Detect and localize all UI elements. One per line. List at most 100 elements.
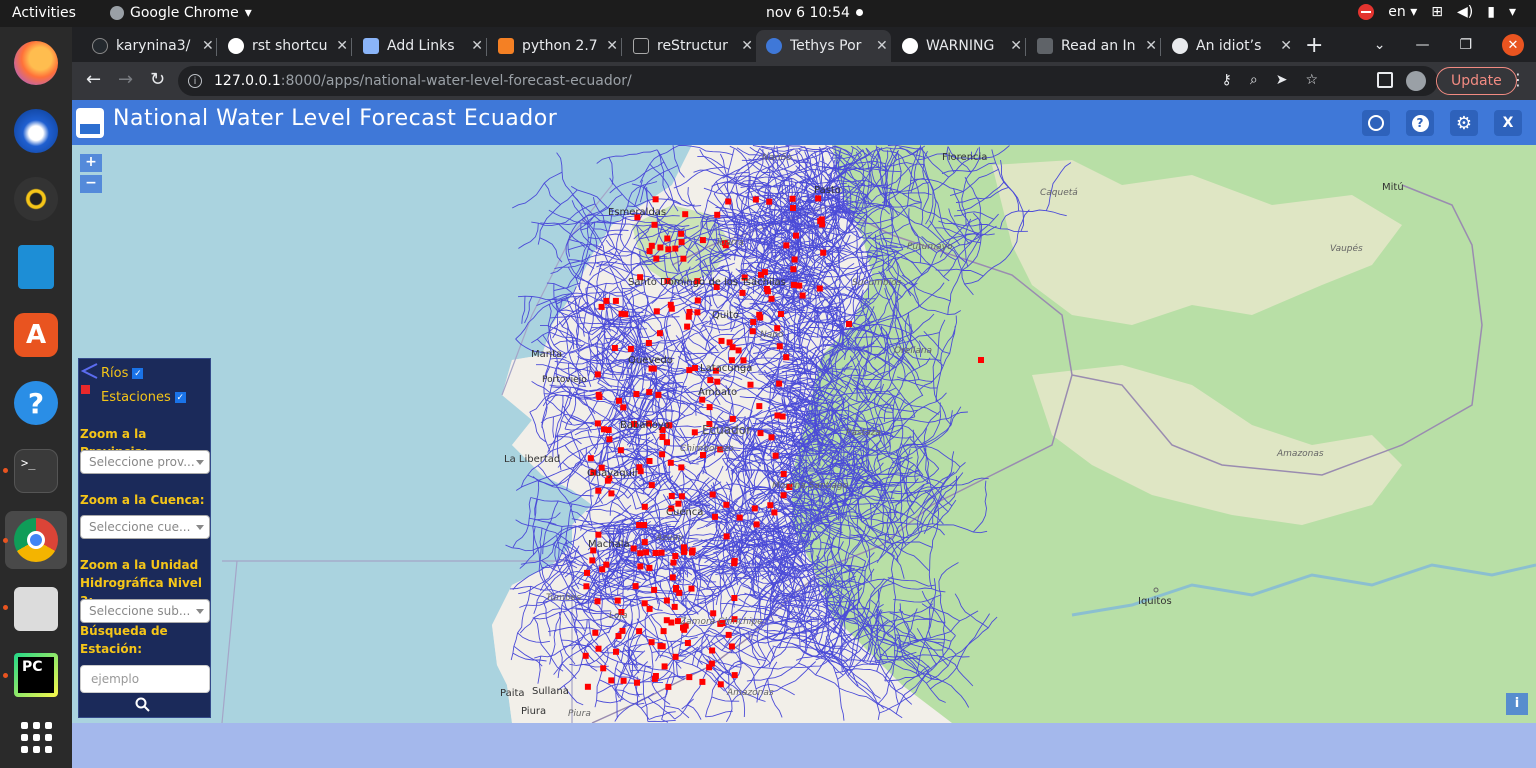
station-marker[interactable]	[675, 500, 682, 507]
app-menu[interactable]: Google Chrome ▾	[110, 5, 252, 21]
station-marker[interactable]	[776, 380, 783, 387]
station-marker[interactable]	[646, 458, 653, 464]
station-marker[interactable]	[648, 242, 655, 249]
station-marker[interactable]	[671, 603, 678, 610]
station-marker[interactable]	[790, 281, 797, 288]
station-marker[interactable]	[672, 245, 679, 252]
station-marker[interactable]	[652, 673, 659, 679]
station-marker[interactable]	[694, 309, 701, 316]
app-logo-icon[interactable]	[76, 108, 104, 138]
station-marker[interactable]	[615, 633, 622, 639]
station-marker[interactable]	[595, 531, 602, 538]
station-marker[interactable]	[846, 321, 852, 327]
station-marker[interactable]	[780, 492, 787, 499]
tab[interactable]: reStructur ✕	[623, 30, 753, 62]
station-marker[interactable]	[632, 583, 639, 590]
station-marker[interactable]	[641, 522, 648, 528]
menu-kebab-icon[interactable]: ⋮	[1510, 70, 1526, 89]
station-marker[interactable]	[603, 297, 610, 304]
language-indicator[interactable]: en ▾	[1388, 4, 1417, 20]
station-marker[interactable]	[652, 196, 659, 203]
station-marker[interactable]	[619, 627, 626, 634]
station-marker[interactable]	[729, 415, 736, 422]
firefox-launcher[interactable]	[10, 37, 62, 89]
station-marker[interactable]	[776, 343, 783, 350]
station-marker[interactable]	[678, 230, 685, 237]
station-marker[interactable]	[725, 631, 732, 638]
station-marker[interactable]	[636, 628, 643, 635]
station-marker[interactable]	[606, 436, 613, 443]
terminal-launcher[interactable]: >_	[10, 445, 62, 497]
station-marker[interactable]	[678, 239, 685, 246]
station-marker[interactable]	[668, 493, 675, 499]
station-marker[interactable]	[595, 645, 602, 652]
back-arrow-icon[interactable]: ←	[86, 69, 101, 90]
station-marker[interactable]	[617, 447, 624, 454]
station-marker[interactable]	[648, 482, 655, 489]
station-marker[interactable]	[627, 345, 634, 352]
station-marker[interactable]	[646, 564, 653, 571]
station-marker[interactable]	[670, 559, 677, 566]
station-marker[interactable]	[710, 610, 717, 617]
station-marker[interactable]	[589, 557, 596, 564]
station-marker[interactable]	[707, 377, 714, 384]
station-marker[interactable]	[731, 557, 738, 564]
station-marker[interactable]	[819, 221, 826, 228]
station-marker[interactable]	[584, 683, 591, 690]
station-marker[interactable]	[771, 509, 778, 516]
station-marker[interactable]	[634, 679, 640, 686]
tab[interactable]: python 2.7 ✕	[488, 30, 618, 62]
tab-search-icon[interactable]: ⌄	[1374, 37, 1386, 53]
station-marker[interactable]	[793, 232, 799, 239]
station-marker[interactable]	[594, 598, 601, 605]
station-marker[interactable]	[714, 378, 721, 385]
zoom-out-button[interactable]: −	[80, 175, 102, 193]
station-marker[interactable]	[682, 211, 689, 218]
station-marker[interactable]	[735, 347, 742, 354]
station-marker[interactable]	[672, 553, 679, 559]
station-marker[interactable]	[699, 237, 706, 244]
station-marker[interactable]	[641, 600, 648, 607]
hydro-unit-select[interactable]: Seleccione sub...	[80, 599, 210, 623]
bookmark-star-icon[interactable]: ☆	[1305, 72, 1318, 88]
station-marker[interactable]	[686, 674, 693, 681]
station-marker[interactable]	[747, 381, 754, 388]
zoom-in-button[interactable]: +	[80, 154, 102, 172]
station-marker[interactable]	[723, 533, 730, 540]
station-marker[interactable]	[731, 595, 738, 601]
clock[interactable]: nov 6 10:54	[766, 5, 850, 21]
station-marker[interactable]	[686, 367, 693, 374]
site-info-icon[interactable]: i	[188, 74, 202, 88]
station-marker[interactable]	[583, 583, 590, 590]
close-tab-icon[interactable]: ✕	[1145, 38, 1157, 54]
station-marker[interactable]	[650, 365, 657, 372]
station-marker[interactable]	[667, 459, 674, 466]
help-launcher[interactable]: ?	[10, 377, 62, 429]
station-marker[interactable]	[780, 471, 787, 477]
station-marker[interactable]	[739, 289, 746, 296]
pycharm-launcher[interactable]: PC	[10, 649, 62, 701]
station-marker[interactable]	[641, 539, 648, 546]
station-marker[interactable]	[620, 677, 627, 684]
station-marker[interactable]	[783, 354, 790, 361]
station-marker[interactable]	[608, 490, 615, 497]
station-marker[interactable]	[584, 569, 590, 576]
station-marker[interactable]	[816, 285, 823, 292]
station-marker[interactable]	[664, 235, 671, 242]
basin-select[interactable]: Seleccione cue...	[80, 515, 210, 539]
station-marker[interactable]	[820, 249, 827, 256]
station-marker[interactable]	[595, 487, 602, 494]
station-marker[interactable]	[616, 397, 622, 404]
station-marker[interactable]	[657, 244, 664, 251]
station-marker[interactable]	[653, 308, 660, 315]
key-icon[interactable]: ⚷	[1222, 72, 1232, 88]
station-marker[interactable]	[653, 255, 660, 262]
files-launcher[interactable]	[10, 583, 62, 635]
station-marker[interactable]	[620, 404, 627, 411]
station-marker[interactable]	[708, 660, 715, 667]
tab[interactable]: An idiot’s ✕	[1162, 30, 1292, 62]
station-marker[interactable]	[605, 427, 612, 433]
station-marker[interactable]	[772, 452, 779, 459]
station-marker[interactable]	[791, 256, 798, 263]
station-marker[interactable]	[592, 629, 599, 636]
